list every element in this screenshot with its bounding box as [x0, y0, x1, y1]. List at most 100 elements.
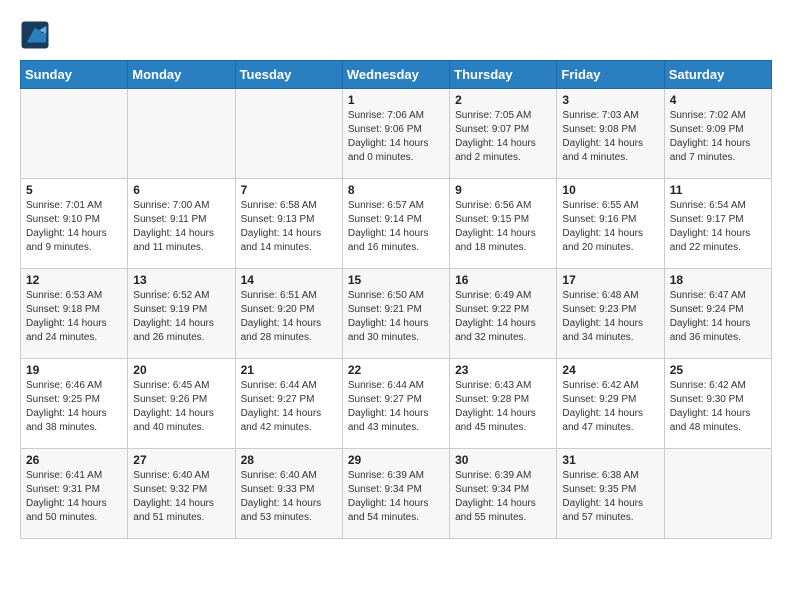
cell-info: Sunrise: 6:50 AMSunset: 9:21 PMDaylight:… — [348, 289, 444, 345]
calendar-cell: 15 Sunrise: 6:50 AMSunset: 9:21 PMDayligh… — [342, 269, 449, 359]
calendar-cell: 17 Sunrise: 6:48 AMSunset: 9:23 PMDayligh… — [557, 269, 664, 359]
calendar-cell: 25Sunrise: 6:42 AMSunset: 9:30 PMDayligh… — [664, 359, 771, 449]
calendar-cell: 3 Sunrise: 7:03 AMSunset: 9:08 PMDaylight… — [557, 89, 664, 179]
cell-info: Sunrise: 6:56 AMSunset: 9:15 PMDaylight:… — [455, 199, 551, 255]
calendar-cell — [128, 89, 235, 179]
day-number: 8 — [348, 183, 444, 197]
day-number: 4 — [670, 93, 766, 107]
weekday-header-thursday: Thursday — [450, 61, 557, 89]
cell-info: Sunrise: 6:44 AMSunset: 9:27 PMDaylight:… — [348, 379, 444, 435]
day-number: 21 — [241, 363, 337, 377]
calendar-cell: 29 Sunrise: 6:39 AMSunset: 9:34 PMDayligh… — [342, 449, 449, 539]
day-number: 12 — [26, 273, 122, 287]
calendar-week-row: 5Sunrise: 7:01 AMSunset: 9:10 PMDaylight… — [21, 179, 772, 269]
day-number: 23 — [455, 363, 551, 377]
calendar-cell: 23Sunrise: 6:43 AMSunset: 9:28 PMDayligh… — [450, 359, 557, 449]
calendar-cell: 14Sunrise: 6:51 AMSunset: 9:20 PMDayligh… — [235, 269, 342, 359]
calendar-cell: 10 Sunrise: 6:55 AMSunset: 9:16 PMDayligh… — [557, 179, 664, 269]
day-number: 3 — [562, 93, 658, 107]
calendar-cell: 7 Sunrise: 6:58 AMSunset: 9:13 PMDaylight… — [235, 179, 342, 269]
calendar-cell: 12 Sunrise: 6:53 AMSunset: 9:18 PMDayligh… — [21, 269, 128, 359]
calendar-cell: 2 Sunrise: 7:05 AMSunset: 9:07 PMDaylight… — [450, 89, 557, 179]
day-number: 7 — [241, 183, 337, 197]
calendar-cell: 22 Sunrise: 6:44 AMSunset: 9:27 PMDayligh… — [342, 359, 449, 449]
logo — [20, 20, 54, 50]
day-number: 29 — [348, 453, 444, 467]
day-number: 2 — [455, 93, 551, 107]
cell-info: Sunrise: 7:06 AMSunset: 9:06 PMDaylight:… — [348, 109, 444, 165]
calendar-cell: 27Sunrise: 6:40 AMSunset: 9:32 PMDayligh… — [128, 449, 235, 539]
calendar-cell: 16Sunrise: 6:49 AMSunset: 9:22 PMDayligh… — [450, 269, 557, 359]
calendar-cell: 28Sunrise: 6:40 AMSunset: 9:33 PMDayligh… — [235, 449, 342, 539]
calendar-cell: 5Sunrise: 7:01 AMSunset: 9:10 PMDaylight… — [21, 179, 128, 269]
weekday-header-row: SundayMondayTuesdayWednesdayThursdayFrid… — [21, 61, 772, 89]
day-number: 15 — [348, 273, 444, 287]
day-number: 1 — [348, 93, 444, 107]
cell-info: Sunrise: 6:39 AMSunset: 9:34 PMDaylight:… — [455, 469, 551, 525]
weekday-header-tuesday: Tuesday — [235, 61, 342, 89]
cell-info: Sunrise: 6:40 AMSunset: 9:33 PMDaylight:… — [241, 469, 337, 525]
cell-info: Sunrise: 6:46 AMSunset: 9:25 PMDaylight:… — [26, 379, 122, 435]
weekday-header-friday: Friday — [557, 61, 664, 89]
cell-info: Sunrise: 6:51 AMSunset: 9:20 PMDaylight:… — [241, 289, 337, 345]
calendar-cell: 19 Sunrise: 6:46 AMSunset: 9:25 PMDayligh… — [21, 359, 128, 449]
cell-info: Sunrise: 6:47 AMSunset: 9:24 PMDaylight:… — [670, 289, 766, 345]
cell-info: Sunrise: 7:00 AMSunset: 9:11 PMDaylight:… — [133, 199, 229, 255]
calendar-cell — [235, 89, 342, 179]
calendar-cell: 6 Sunrise: 7:00 AMSunset: 9:11 PMDaylight… — [128, 179, 235, 269]
calendar-cell: 13 Sunrise: 6:52 AMSunset: 9:19 PMDayligh… — [128, 269, 235, 359]
calendar-cell: 26Sunrise: 6:41 AMSunset: 9:31 PMDayligh… — [21, 449, 128, 539]
logo-icon — [20, 20, 50, 50]
day-number: 13 — [133, 273, 229, 287]
day-number: 6 — [133, 183, 229, 197]
cell-info: Sunrise: 6:53 AMSunset: 9:18 PMDaylight:… — [26, 289, 122, 345]
calendar-cell: 1 Sunrise: 7:06 AMSunset: 9:06 PMDaylight… — [342, 89, 449, 179]
day-number: 27 — [133, 453, 229, 467]
cell-info: Sunrise: 6:39 AMSunset: 9:34 PMDaylight:… — [348, 469, 444, 525]
cell-info: Sunrise: 7:01 AMSunset: 9:10 PMDaylight:… — [26, 199, 122, 255]
cell-info: Sunrise: 6:38 AMSunset: 9:35 PMDaylight:… — [562, 469, 658, 525]
calendar-cell: 9Sunrise: 6:56 AMSunset: 9:15 PMDaylight… — [450, 179, 557, 269]
cell-info: Sunrise: 7:03 AMSunset: 9:08 PMDaylight:… — [562, 109, 658, 165]
weekday-header-sunday: Sunday — [21, 61, 128, 89]
day-number: 16 — [455, 273, 551, 287]
day-number: 25 — [670, 363, 766, 377]
day-number: 17 — [562, 273, 658, 287]
page-header — [20, 20, 772, 50]
calendar-cell: 11 Sunrise: 6:54 AMSunset: 9:17 PMDayligh… — [664, 179, 771, 269]
day-number: 20 — [133, 363, 229, 377]
calendar-table: SundayMondayTuesdayWednesdayThursdayFrid… — [20, 60, 772, 539]
calendar-week-row: 12 Sunrise: 6:53 AMSunset: 9:18 PMDayligh… — [21, 269, 772, 359]
cell-info: Sunrise: 6:52 AMSunset: 9:19 PMDaylight:… — [133, 289, 229, 345]
calendar-week-row: 26Sunrise: 6:41 AMSunset: 9:31 PMDayligh… — [21, 449, 772, 539]
day-number: 19 — [26, 363, 122, 377]
day-number: 31 — [562, 453, 658, 467]
calendar-header: SundayMondayTuesdayWednesdayThursdayFrid… — [21, 61, 772, 89]
day-number: 24 — [562, 363, 658, 377]
cell-info: Sunrise: 6:55 AMSunset: 9:16 PMDaylight:… — [562, 199, 658, 255]
calendar-cell: 30Sunrise: 6:39 AMSunset: 9:34 PMDayligh… — [450, 449, 557, 539]
calendar-cell: 21 Sunrise: 6:44 AMSunset: 9:27 PMDayligh… — [235, 359, 342, 449]
weekday-header-wednesday: Wednesday — [342, 61, 449, 89]
calendar-cell: 4 Sunrise: 7:02 AMSunset: 9:09 PMDaylight… — [664, 89, 771, 179]
weekday-header-monday: Monday — [128, 61, 235, 89]
cell-info: Sunrise: 6:48 AMSunset: 9:23 PMDaylight:… — [562, 289, 658, 345]
cell-info: Sunrise: 6:57 AMSunset: 9:14 PMDaylight:… — [348, 199, 444, 255]
calendar-cell: 24 Sunrise: 6:42 AMSunset: 9:29 PMDayligh… — [557, 359, 664, 449]
day-number: 10 — [562, 183, 658, 197]
calendar-cell: 20 Sunrise: 6:45 AMSunset: 9:26 PMDayligh… — [128, 359, 235, 449]
calendar-cell: 31 Sunrise: 6:38 AMSunset: 9:35 PMDayligh… — [557, 449, 664, 539]
cell-info: Sunrise: 6:41 AMSunset: 9:31 PMDaylight:… — [26, 469, 122, 525]
cell-info: Sunrise: 6:42 AMSunset: 9:29 PMDaylight:… — [562, 379, 658, 435]
cell-info: Sunrise: 7:05 AMSunset: 9:07 PMDaylight:… — [455, 109, 551, 165]
day-number: 11 — [670, 183, 766, 197]
day-number: 22 — [348, 363, 444, 377]
weekday-header-saturday: Saturday — [664, 61, 771, 89]
day-number: 18 — [670, 273, 766, 287]
cell-info: Sunrise: 6:45 AMSunset: 9:26 PMDaylight:… — [133, 379, 229, 435]
cell-info: Sunrise: 7:02 AMSunset: 9:09 PMDaylight:… — [670, 109, 766, 165]
calendar-cell: 8 Sunrise: 6:57 AMSunset: 9:14 PMDaylight… — [342, 179, 449, 269]
cell-info: Sunrise: 6:54 AMSunset: 9:17 PMDaylight:… — [670, 199, 766, 255]
cell-info: Sunrise: 6:58 AMSunset: 9:13 PMDaylight:… — [241, 199, 337, 255]
cell-info: Sunrise: 6:44 AMSunset: 9:27 PMDaylight:… — [241, 379, 337, 435]
